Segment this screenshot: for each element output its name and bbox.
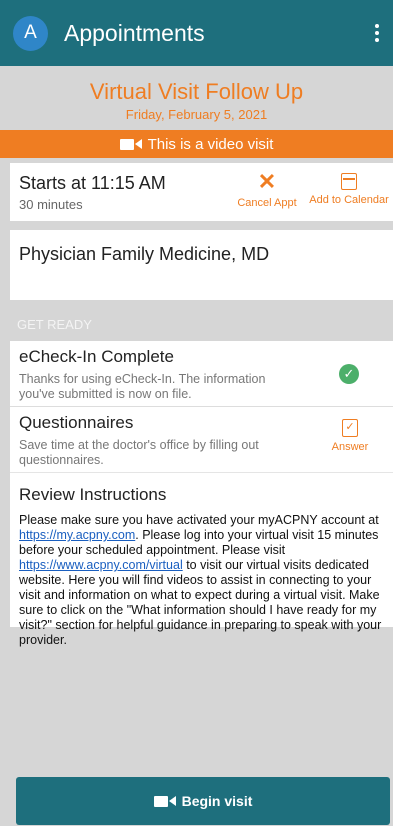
review-body: Please make sure you have activated your…	[19, 513, 391, 648]
calendar-icon	[341, 173, 357, 190]
duration: 30 minutes	[19, 197, 83, 212]
myacpny-link[interactable]: https://my.acpny.com	[19, 528, 135, 542]
cancel-appointment-button[interactable]: ✕ Cancel Appt	[232, 169, 302, 210]
start-time: Starts at 11:15 AM	[19, 173, 166, 193]
begin-visit-label: Begin visit	[181, 793, 253, 809]
video-visit-banner: This is a video visit	[0, 130, 393, 158]
review-title: Review Instructions	[19, 485, 167, 504]
answer-label: Answer	[331, 441, 369, 453]
page-title: Appointments	[64, 19, 205, 46]
virtual-visit-link[interactable]: https://www.acpny.com/virtual	[19, 558, 183, 572]
visit-header: Virtual Visit Follow Up Friday, February…	[0, 66, 393, 128]
video-camera-icon	[119, 138, 142, 150]
visit-date: Friday, February 5, 2021	[125, 107, 268, 122]
echeck-in-row[interactable]: eCheck-In Complete Thanks for using eChe…	[10, 341, 393, 407]
echeck-subtitle: Thanks for using eCheck-In. The informat…	[19, 372, 266, 401]
app-bar: A Appointments	[0, 0, 393, 66]
review-text-1: Please make sure you have activated your…	[19, 513, 379, 527]
questionnaires-subtitle: Save time at the doctor's office by fill…	[19, 438, 259, 467]
questionnaires-title: Questionnaires	[19, 413, 134, 432]
appointment-time-card: Starts at 11:15 AM 30 minutes ✕ Cancel A…	[10, 163, 393, 221]
close-icon: ✕	[257, 169, 277, 194]
answer-button[interactable]: ✓ Answer	[328, 417, 372, 453]
clipboard-check-icon: ✓	[342, 419, 358, 437]
cancel-label: Cancel Appt	[237, 197, 297, 209]
video-camera-icon	[153, 795, 176, 807]
calendar-label: Add to Calendar	[309, 194, 389, 206]
provider-card: Physician Family Medicine, MD	[10, 230, 393, 300]
echeck-title: eCheck-In Complete	[19, 347, 174, 366]
get-ready-header: GET READY	[17, 317, 92, 332]
provider-name: Physician Family Medicine, MD	[19, 244, 270, 264]
begin-visit-button[interactable]: Begin visit	[16, 777, 390, 825]
visit-title: Virtual Visit Follow Up	[89, 79, 304, 104]
review-instructions-card: Review Instructions Please make sure you…	[10, 472, 393, 647]
avatar[interactable]: A	[13, 15, 48, 51]
add-to-calendar-button[interactable]: Add to Calendar	[306, 171, 392, 206]
overflow-menu-icon[interactable]	[365, 18, 389, 48]
questionnaires-row[interactable]: Questionnaires Save time at the doctor's…	[10, 407, 393, 472]
video-visit-label: This is a video visit	[147, 135, 274, 153]
check-circle-icon: ✓	[339, 364, 359, 384]
